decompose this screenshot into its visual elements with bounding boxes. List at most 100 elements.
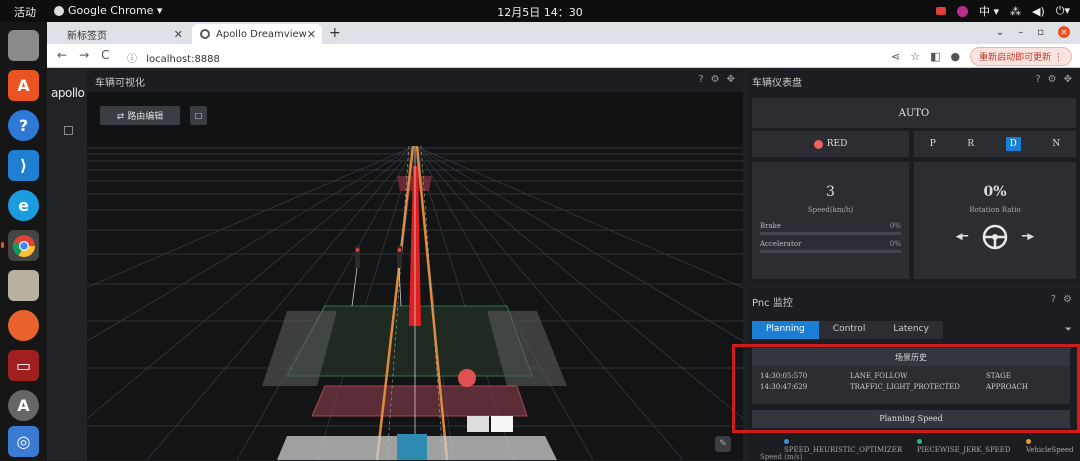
app-indicator-icon[interactable] [956,5,968,17]
profile-icon[interactable]: ● [951,50,961,63]
updater-icon[interactable]: A [8,390,39,421]
network-icon[interactable]: ⁂ [1010,5,1021,18]
turn-right-icon: ━▶ [1022,232,1035,242]
settings-icon[interactable]: ⚙ [1048,74,1057,85]
settings-icon[interactable]: ⚙ [711,74,720,85]
tab-label: Apollo Dreamview [216,28,307,40]
3d-scene-canvas[interactable] [87,146,743,460]
tab-apollo-dreamview[interactable]: Apollo Dreamview ✕ [192,24,322,44]
chart-legend: SPEED_HEURISTIC_OPTIMIZER PIECEWISE_JERK… [784,438,1080,454]
rotation-value: 0% [983,184,1007,200]
help-icon[interactable]: ? [698,74,703,85]
legend-item[interactable]: VehicleSpeed [1025,438,1080,454]
share-icon[interactable]: ⋖ [891,50,900,63]
tab-label: 新标签页 [67,30,107,42]
screen-record-icon[interactable] [935,7,946,15]
archive-icon[interactable] [8,270,39,301]
legend-item[interactable]: PIECEWISE_JERK_SPEED [916,438,1016,454]
tab-latency[interactable]: Latency [879,321,943,339]
system-monitor-icon[interactable]: ▭ [8,350,39,381]
close-tab-icon[interactable]: ✕ [174,28,183,41]
input-method[interactable]: 中 ▾ [979,3,999,19]
panel-title: 车辆可视化 [95,78,145,89]
panel-title: 车辆仪表盘 [752,78,802,89]
gear-n: N [1052,139,1061,149]
filter-icon[interactable]: ⏷ [1065,325,1072,335]
gear-selector: P R D N [914,131,1076,157]
tab-new-tab[interactable]: 新标签页 ✕ [59,24,189,44]
panel-title: Pnc 监控 [752,298,793,309]
volume-icon[interactable]: ◀) [1032,5,1045,18]
software-center-icon[interactable]: A [8,70,39,101]
forward-icon[interactable]: → [79,48,89,62]
panel-header: 车辆可视化 ? ⚙ ✥ [87,68,743,92]
gear-d: D [1005,137,1021,151]
back-icon[interactable]: ← [57,48,67,62]
route-editing-button[interactable]: ⇄ 路由编辑 [100,106,180,125]
brake-value: 0% [889,222,901,230]
address-bar: ← → C ⓘ localhost:8888 ⋖ ☆ ◧ ● 重新启动即可更新 … [47,44,1080,68]
new-tab-button[interactable]: + [329,25,341,41]
legend-label: VehicleSpeed [1025,446,1074,454]
map-tool-icon[interactable]: ✎ [715,436,731,452]
chrome-dock-icon[interactable] [1,230,39,261]
tab-search-icon[interactable]: ⌄ [996,27,1004,38]
close-window-button[interactable]: ✕ [1058,26,1070,38]
url-field[interactable]: ⓘ localhost:8888 [127,50,220,65]
rotation-card: 0% Rotation Ratio ◀━ ━▶ [914,162,1076,279]
tab-planning[interactable]: Planning [752,321,819,339]
brake-label: Brake [760,222,782,230]
history-scenario: LANE_FOLLOW [850,372,908,380]
stop-zone [311,385,528,417]
history-scenario: TRAFFIC_LIGHT_PROTECTED [850,383,960,391]
panel-menu-icon[interactable] [64,126,73,135]
close-tab-icon[interactable]: ✕ [307,28,316,41]
legend-marker [1025,439,1031,444]
turn-left-icon: ◀━ [955,232,968,242]
panel-header: Pnc 监控 ? ⚙ [748,288,1080,312]
firefox-icon[interactable] [8,310,39,341]
chrome-logo-icon [12,234,35,257]
app-menu[interactable]: Google Chrome ▾ [54,4,162,17]
help-icon[interactable]: ? [1035,74,1040,85]
legend-marker [916,439,922,444]
ego-vehicle [397,434,427,460]
files-icon[interactable] [8,30,39,61]
browser-tab-strip: 新标签页 ✕ Apollo Dreamview ✕ + ⌄ – ▫ ✕ [47,22,1080,44]
history-stage: STAGE [986,372,1011,380]
settings-icon[interactable]: ⚙ [1063,294,1072,305]
edge-icon[interactable]: e [8,190,39,221]
reload-icon[interactable]: C [101,48,109,62]
driving-mode: AUTO [752,98,1076,128]
activities-button[interactable]: 活动 [14,4,36,20]
minimize-button[interactable]: – [1018,27,1023,38]
maximize-button[interactable]: ▫ [1037,27,1044,38]
signal-label: RED [826,139,848,149]
pnc-tabs: Planning Control Latency [752,321,943,339]
bookmark-star-icon[interactable]: ☆ [910,50,920,63]
side-panel-icon[interactable]: ◧ [930,50,940,63]
traffic-light-icon [813,139,823,149]
tab-control[interactable]: Control [819,321,880,339]
vscode-icon[interactable]: ⟩ [8,150,39,181]
vehicle-dashboard-panel: 车辆仪表盘 ? ⚙ ✥ AUTO RED P R D N 3 Speed(km/… [748,68,1080,284]
dreamview-app: apollo 车辆可视化 ? ⚙ ✥ ⇄ 路由编辑 □ ✎ 车辆仪表盘 ? ⚙ … [47,68,1080,461]
history-stage: APPROACH [986,383,1028,391]
view-toggle-button[interactable]: □ [190,106,207,125]
info-icon[interactable]: ⓘ [127,54,137,65]
steering-wheel-icon [982,224,1008,250]
move-icon[interactable]: ✥ [1064,74,1072,85]
power-icon[interactable]: ⏻▾ [1056,4,1070,18]
gear-p: P [929,139,936,149]
help-icon[interactable]: ? [8,110,39,141]
accelerator-value: 0% [889,240,901,248]
legend-item[interactable]: SPEED_HEURISTIC_OPTIMIZER [784,438,907,454]
help-icon[interactable]: ? [1051,294,1056,305]
move-icon[interactable]: ✥ [727,74,735,85]
decision-marker [491,416,513,432]
security-icon[interactable]: ◎ [8,426,39,457]
system-tray[interactable]: 中 ▾ ⁂ ◀) ⏻▾ [935,3,1070,19]
update-button[interactable]: 重新启动即可更新 ⋮ [970,47,1072,66]
panel-header: 车辆仪表盘 ? ⚙ ✥ [748,68,1080,92]
stop-sign-icon [458,369,476,387]
